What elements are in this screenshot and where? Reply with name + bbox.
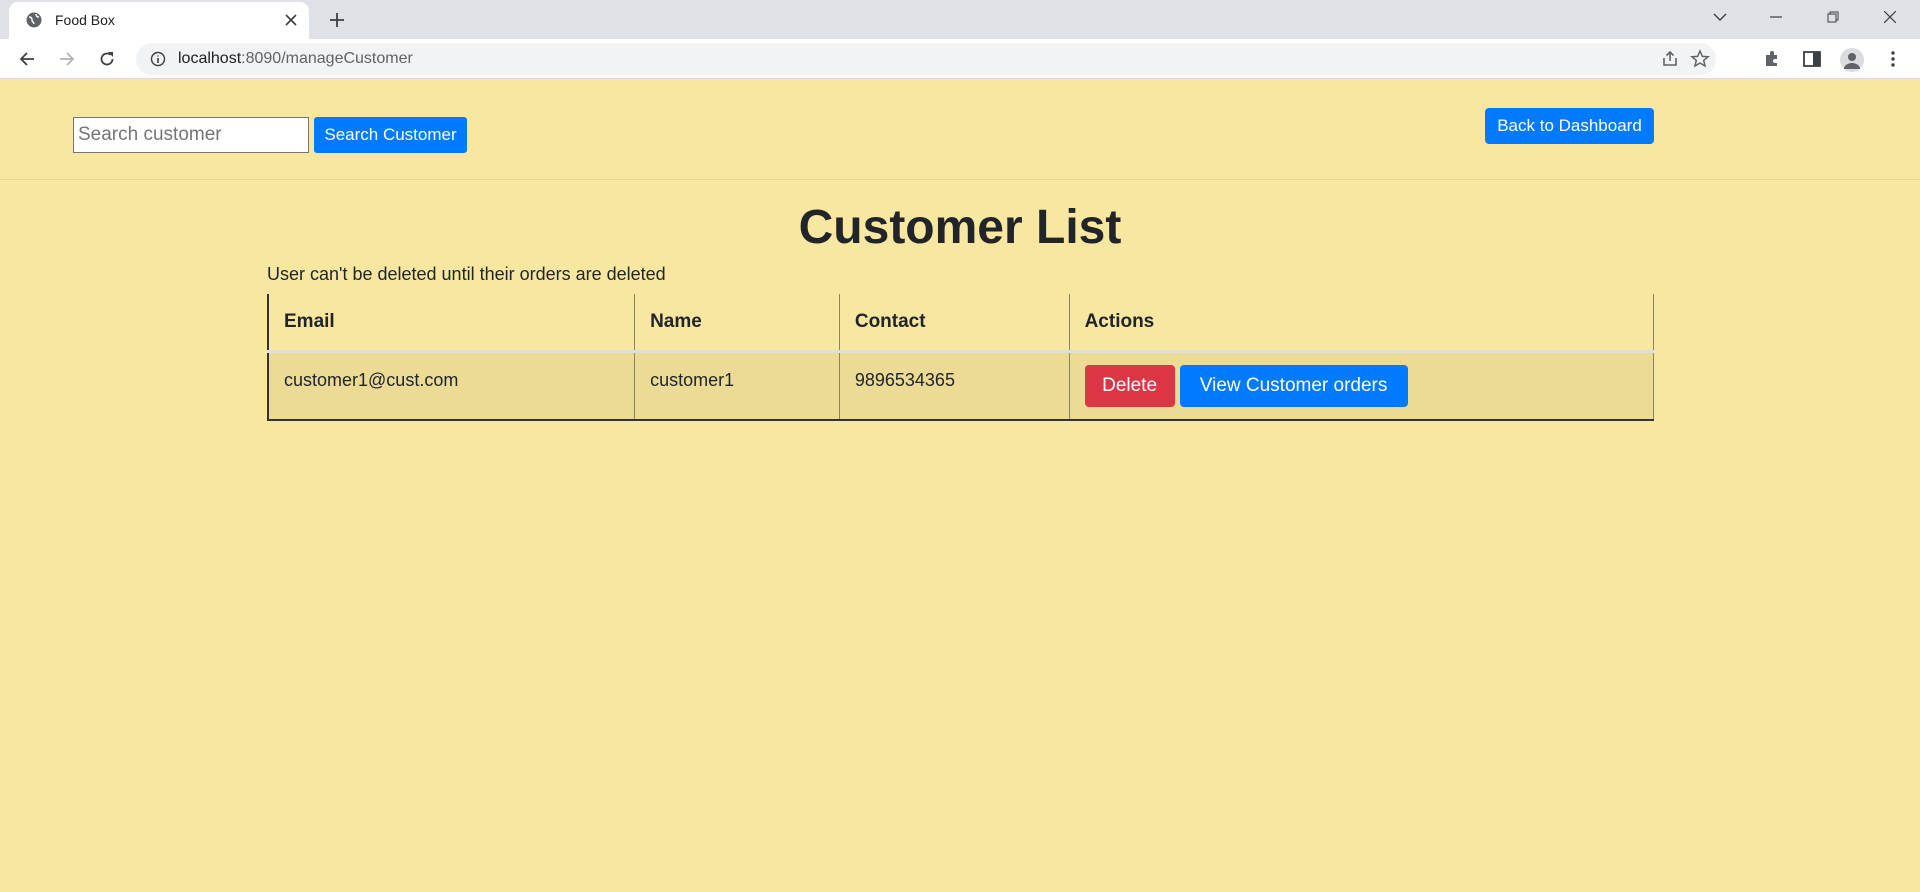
bookmark-star-icon[interactable] <box>1690 49 1710 69</box>
table-header-row: Email Name Contact Actions <box>267 294 1655 353</box>
tab-close-icon[interactable] <box>281 10 301 30</box>
reload-icon[interactable] <box>93 45 121 73</box>
back-arrow-icon[interactable] <box>13 45 41 73</box>
column-header-email: Email <box>267 294 635 353</box>
cell-email: customer1@cust.com <box>267 351 635 421</box>
close-window-icon[interactable] <box>1862 0 1918 34</box>
page-title: Customer List <box>798 201 1122 254</box>
cell-contact: 9896534365 <box>838 351 1070 421</box>
url-host: localhost <box>178 50 242 67</box>
view-customer-orders-button[interactable]: View Customer orders <box>1179 364 1408 407</box>
search-customer-input[interactable] <box>73 117 309 153</box>
table-row: customer1@cust.com customer1 9896534365 … <box>267 351 1655 421</box>
tab-title: Food Box <box>55 12 115 28</box>
page-content: Search Customer Back to Dashboard Custom… <box>0 80 1920 892</box>
delete-warning-note: User can't be deleted until their orders… <box>267 264 666 284</box>
site-info-icon[interactable] <box>150 51 166 67</box>
share-icon[interactable] <box>1660 49 1680 69</box>
cell-name: customer1 <box>634 351 840 421</box>
new-tab-icon[interactable] <box>324 7 350 33</box>
cell-actions: Delete View Customer orders <box>1068 351 1655 421</box>
url-text: localhost:8090/manageCustomer <box>178 50 413 68</box>
minimize-icon[interactable] <box>1748 0 1804 34</box>
delete-customer-button[interactable]: Delete <box>1084 364 1175 407</box>
restore-icon[interactable] <box>1805 0 1861 34</box>
forward-arrow-icon[interactable] <box>53 45 81 73</box>
back-to-dashboard-button[interactable]: Back to Dashboard <box>1485 108 1654 144</box>
address-bar[interactable]: localhost:8090/manageCustomer <box>136 43 1716 75</box>
url-path: :8090/manageCustomer <box>241 50 413 67</box>
browser-tab-strip: Food Box <box>0 0 1920 39</box>
browser-menu-icon[interactable] <box>1881 47 1905 71</box>
globe-icon <box>26 12 42 28</box>
browser-tab[interactable]: Food Box <box>9 2 309 39</box>
search-customer-button[interactable]: Search Customer <box>314 117 467 153</box>
column-header-contact: Contact <box>838 294 1070 353</box>
side-panel-icon[interactable] <box>1800 47 1824 71</box>
extensions-puzzle-icon[interactable] <box>1760 47 1784 71</box>
page-top-bar: Search Customer Back to Dashboard <box>0 80 1920 180</box>
column-header-actions: Actions <box>1068 294 1655 353</box>
profile-avatar-icon[interactable] <box>1840 48 1864 72</box>
customer-table: Email Name Contact Actions customer1@cus… <box>267 294 1655 421</box>
column-header-name: Name <box>634 294 840 353</box>
tab-search-icon[interactable] <box>1692 0 1748 34</box>
browser-toolbar: localhost:8090/manageCustomer <box>0 39 1920 79</box>
